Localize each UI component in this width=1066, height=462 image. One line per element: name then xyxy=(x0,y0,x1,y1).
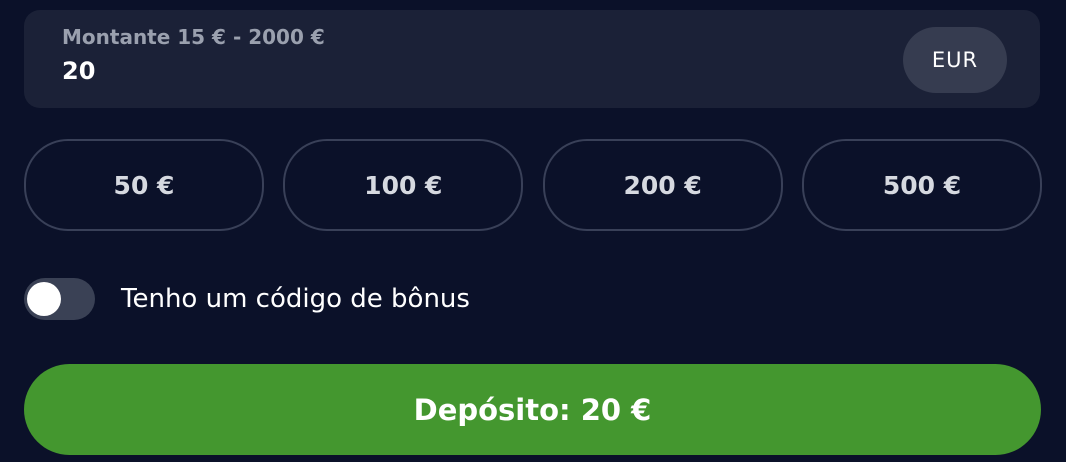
amount-input-box[interactable]: Montante 15 € - 2000 € 20 EUR xyxy=(24,10,1040,108)
preset-amount-button[interactable]: 100 € xyxy=(283,139,524,231)
amount-range-label: Montante 15 € - 2000 € xyxy=(62,25,325,49)
bonus-code-label: Tenho um código de bônus xyxy=(121,284,470,314)
preset-amount-button[interactable]: 500 € xyxy=(801,139,1042,231)
bonus-code-row: Tenho um código de bônus xyxy=(24,278,470,320)
preset-amount-button[interactable]: 200 € xyxy=(542,139,783,231)
bonus-code-toggle[interactable] xyxy=(24,278,95,320)
amount-input-value[interactable]: 20 xyxy=(62,57,95,85)
preset-amount-button[interactable]: 50 € xyxy=(24,139,264,231)
toggle-knob-icon xyxy=(27,282,61,316)
preset-amounts: 50 € 100 € 200 € 500 € xyxy=(24,139,1042,231)
currency-selector[interactable]: EUR xyxy=(903,27,1007,93)
deposit-button[interactable]: Depósito: 20 € xyxy=(24,364,1041,455)
